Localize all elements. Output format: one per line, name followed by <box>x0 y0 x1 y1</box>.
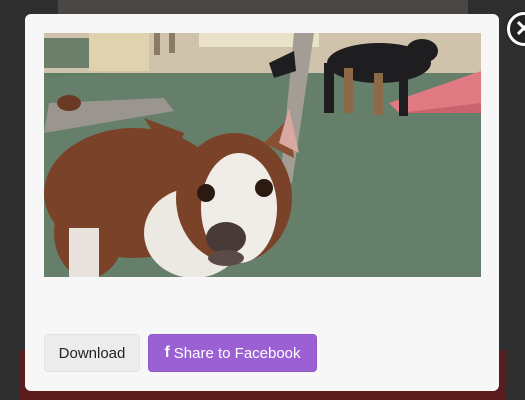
share-button-label: Share to Facebook <box>173 344 301 362</box>
photo-illustration <box>44 33 481 277</box>
facebook-icon: f <box>164 344 170 361</box>
share-to-facebook-button[interactable]: f Share to Facebook <box>148 334 317 372</box>
backdrop-page-header <box>58 0 468 14</box>
download-button[interactable]: Download <box>44 334 140 372</box>
photo-modal: Download f Share to Facebook ✕ <box>25 12 525 391</box>
close-icon[interactable]: ✕ <box>507 12 525 46</box>
dog-photo <box>44 33 481 277</box>
